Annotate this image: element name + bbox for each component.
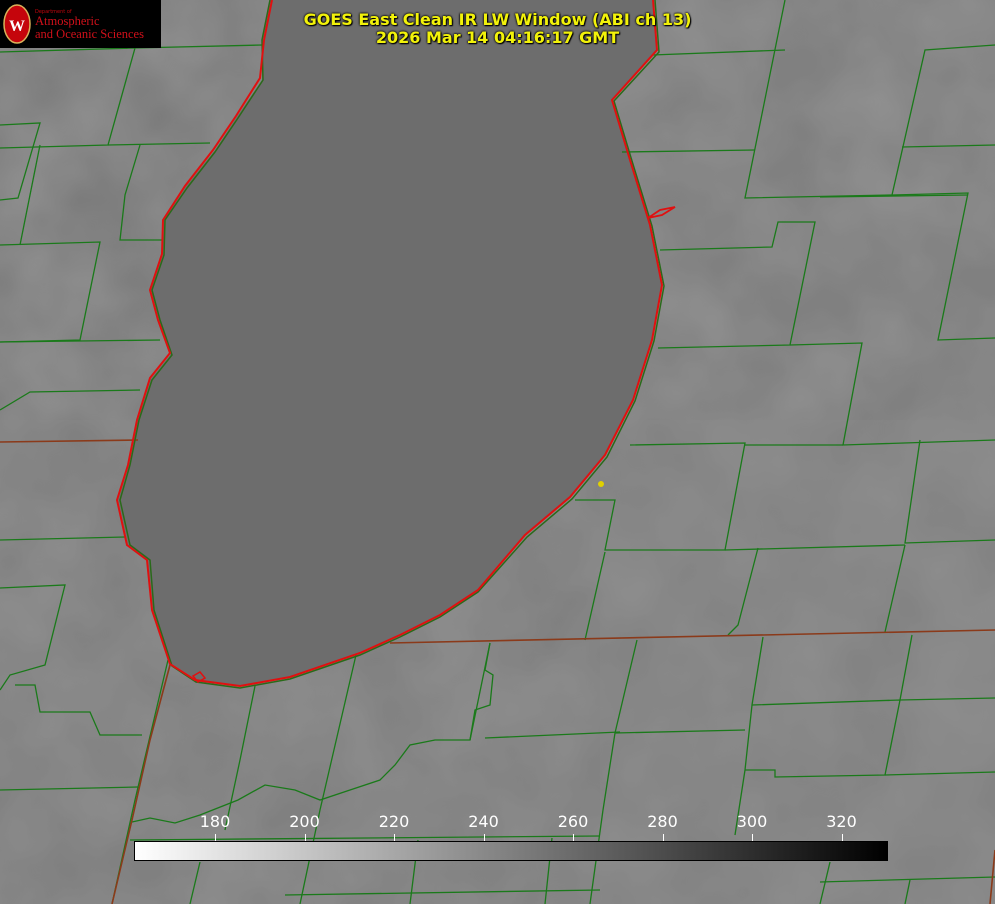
- title-timestamp: 2026 Mar 14 04:16:17 GMT: [375, 28, 620, 47]
- colorbar-tick-mark: [483, 834, 485, 841]
- colorbar-tick-mark: [394, 834, 395, 841]
- colorbar-tick-label: 220: [378, 812, 410, 831]
- title-product: GOES East Clean IR LW Window (ABI ch 13): [303, 10, 692, 29]
- colorbar-tick-label: 260: [557, 812, 589, 831]
- colorbar-gradient: [134, 841, 888, 861]
- colorbar-tick-label: 280: [647, 812, 678, 831]
- colorbar-tick-label: 300: [736, 812, 768, 831]
- colorbar-tick-label: 200: [289, 812, 320, 831]
- colorbar-tick-label: 180: [199, 812, 231, 831]
- colorbar-tick-mark: [573, 834, 574, 841]
- location-marker: [598, 481, 604, 487]
- colorbar-tick-label: 320: [826, 812, 857, 831]
- colorbar-tick-mark: [752, 834, 753, 841]
- colorbar-tick-label: 240: [468, 812, 499, 831]
- satellite-map: [0, 0, 995, 904]
- colorbar-tick-mark: [304, 834, 306, 841]
- colorbar-tick-mark: [841, 834, 843, 841]
- colorbar-tick-mark: [215, 834, 216, 841]
- colorbar-tick-mark: [662, 834, 664, 841]
- image-title: GOES East Clean IR LW Window (ABI ch 13)…: [0, 11, 995, 47]
- colorbar: 180 200 220 240 260 280 300 320: [134, 812, 888, 862]
- land-shading-east: [600, 0, 995, 904]
